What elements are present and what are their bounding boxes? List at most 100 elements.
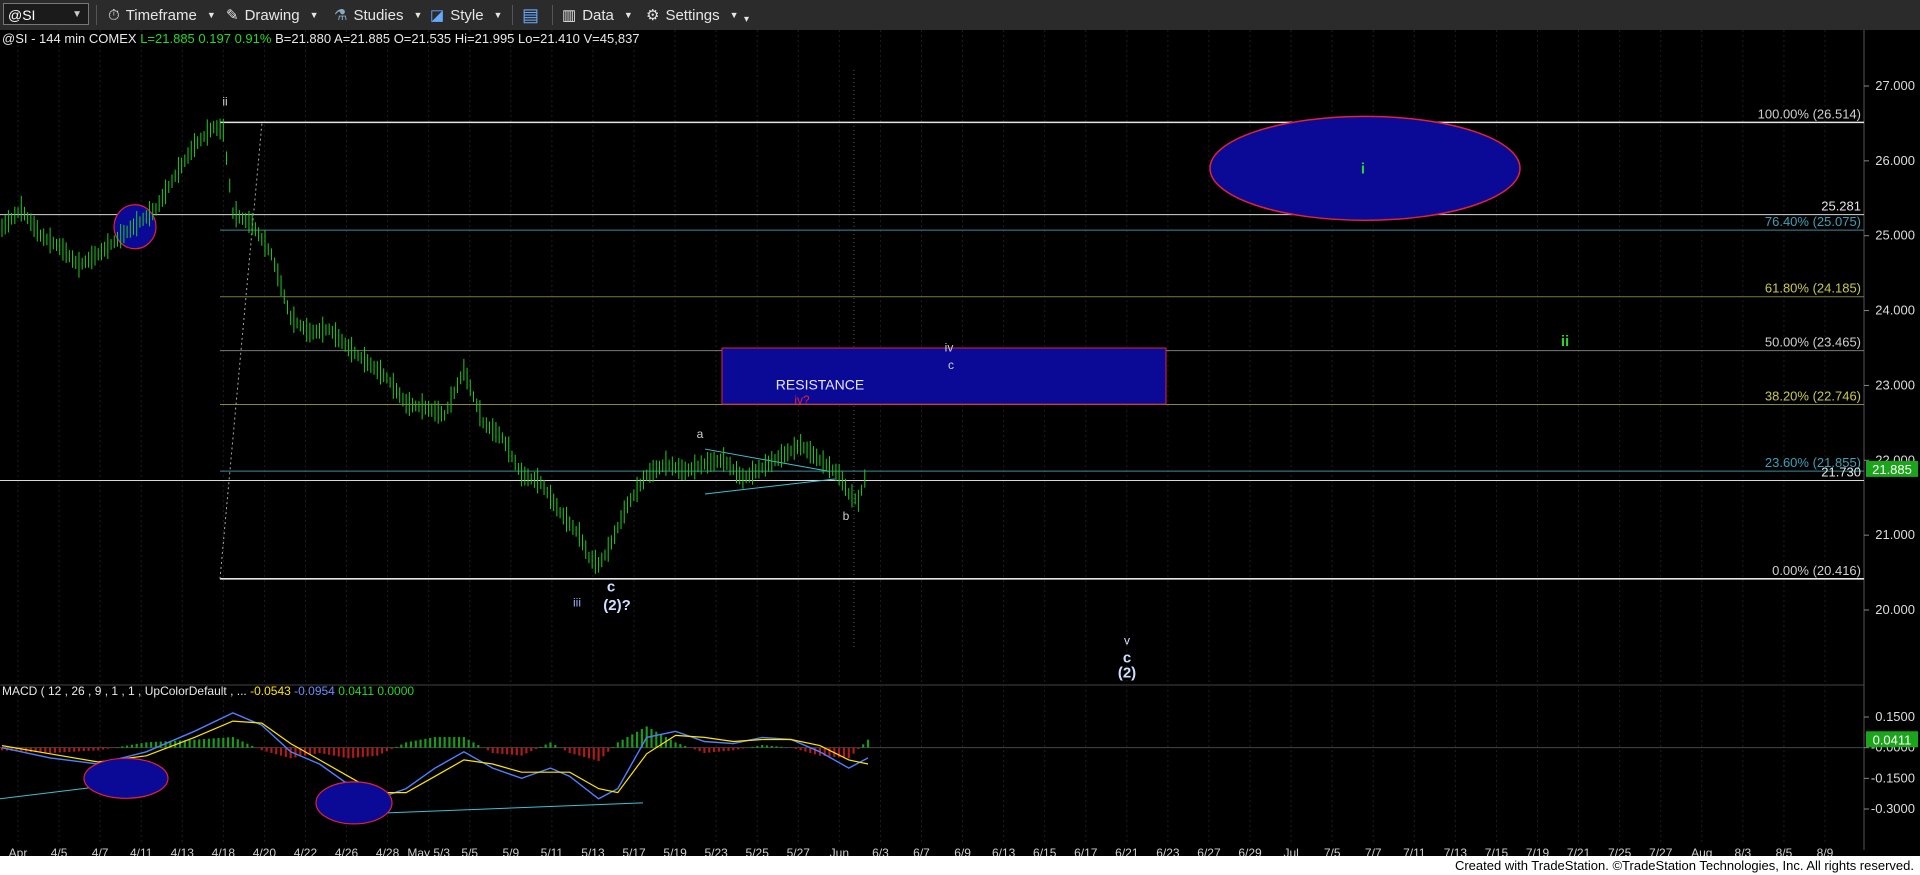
y-tick-label: 26.000 xyxy=(1875,153,1915,168)
y-tick-label: 25.000 xyxy=(1875,228,1915,243)
x-tick-label: 8/3 xyxy=(1735,846,1752,856)
x-tick-label: 4/13 xyxy=(171,846,195,856)
divider xyxy=(512,5,513,25)
x-tick-label: 7/25 xyxy=(1608,846,1632,856)
x-tick-label: 6/27 xyxy=(1197,846,1221,856)
fib-level-label: 0.00% (20.416) xyxy=(1772,563,1861,578)
fib-level-label: 38.20% (22.746) xyxy=(1765,388,1861,403)
fib-level-label: 100.00% (26.514) xyxy=(1758,106,1861,121)
x-tick-label: 7/27 xyxy=(1649,846,1673,856)
x-tick-label: May 5/3 xyxy=(407,846,450,856)
x-tick-label: 5/17 xyxy=(622,846,646,856)
toolbar: @SI ▼ ⏱ Timeframe ▼ ✎ Drawing ▼ ⚗ Studie… xyxy=(0,0,1920,31)
fib-level-label: 50.00% (23.465) xyxy=(1765,335,1861,350)
x-tick-label: 7/5 xyxy=(1324,846,1341,856)
bar-chart-icon: ▥ xyxy=(562,7,577,24)
wave-label: iv? xyxy=(794,393,810,407)
x-tick-label: 4/22 xyxy=(294,846,318,856)
chevron-down-icon: ▼ xyxy=(72,9,82,20)
x-tick-label: 7/21 xyxy=(1567,846,1591,856)
macd-y-tick-label: -0.1500 xyxy=(1871,770,1915,785)
style-menu[interactable]: ◪ Style ▼ xyxy=(430,4,502,26)
wave-label: b xyxy=(843,509,850,523)
x-tick-label: 6/21 xyxy=(1115,846,1139,856)
studies-label: Studies xyxy=(353,6,404,24)
x-tick-label: 6/9 xyxy=(954,846,971,856)
studies-menu[interactable]: ⚗ Studies ▼ xyxy=(334,4,422,26)
x-tick-label: 6/15 xyxy=(1033,846,1057,856)
chevron-down-icon: ▼ xyxy=(413,10,423,20)
fib-level-label: 61.80% (24.185) xyxy=(1765,281,1861,296)
wave-label: ii xyxy=(1561,333,1569,350)
footer: Created with TradeStation. ©TradeStation… xyxy=(0,856,1920,875)
symbol-input[interactable]: @SI ▼ xyxy=(3,3,89,25)
resistance-label: RESISTANCE xyxy=(776,376,864,392)
macd-y-tick-label: -0.3000 xyxy=(1871,801,1915,816)
x-tick-label: 6/23 xyxy=(1156,846,1180,856)
drawing-menu[interactable]: ✎ Drawing ▼ xyxy=(226,4,319,26)
x-tick-label: 7/19 xyxy=(1526,846,1550,856)
pencil-icon: ✎ xyxy=(226,7,239,24)
layout-button[interactable]: ▤ xyxy=(522,4,539,26)
chevron-down-icon: ▼ xyxy=(729,10,739,20)
x-tick-label: 5/25 xyxy=(746,846,770,856)
x-tick-label: 4/20 xyxy=(253,846,277,856)
x-tick-label: 4/7 xyxy=(92,846,109,856)
wave-label: c xyxy=(948,358,954,372)
timeframe-menu[interactable]: ⏱ Timeframe ▼ xyxy=(108,4,216,26)
horizontal-level-label: 25.281 xyxy=(1821,199,1861,214)
x-tick-label: 5/23 xyxy=(704,846,728,856)
x-tick-label: 4/18 xyxy=(212,846,236,856)
wave-label: iv xyxy=(945,341,954,355)
x-tick-label: 5/27 xyxy=(787,846,811,856)
settings-menu[interactable]: ⚙ Settings ▼ xyxy=(646,4,739,26)
wave-label: i xyxy=(1361,160,1365,177)
gear-icon: ⚙ xyxy=(646,7,660,24)
style-icon: ◪ xyxy=(430,7,445,24)
y-tick-label: 20.000 xyxy=(1875,602,1915,617)
timeframe-label: Timeframe xyxy=(125,6,197,24)
y-tick-label: 21.000 xyxy=(1875,527,1915,542)
wave-label: ii xyxy=(222,94,227,108)
x-tick-label: 6/7 xyxy=(913,846,930,856)
divider xyxy=(552,5,553,25)
x-tick-label: 7/13 xyxy=(1444,846,1468,856)
horizontal-level-label: 21.730 xyxy=(1821,464,1861,479)
x-tick-label: 4/26 xyxy=(335,846,359,856)
more-button[interactable]: ▾ xyxy=(744,4,749,26)
chevron-down-icon: ▼ xyxy=(493,10,503,20)
x-tick-label: Aug xyxy=(1691,846,1712,856)
chevron-down-icon: ▼ xyxy=(623,10,633,20)
chart-area[interactable]: Apr 4/5 4/7 4/11 4/13 4/18 4/20 4/22 4/26 4/28 May… xyxy=(0,30,1920,856)
chart-background xyxy=(0,30,1920,856)
drawing-label: Drawing xyxy=(244,6,300,24)
x-tick-label: 6/13 xyxy=(992,846,1016,856)
last-price-label: 21.885 xyxy=(1872,462,1912,477)
window-layout-icon: ▤ xyxy=(522,4,540,25)
wave-label: iii xyxy=(573,595,581,609)
x-tick-label: 7/7 xyxy=(1365,846,1382,856)
wave-label: (2)? xyxy=(603,597,631,614)
header-info: @SI - 144 min COMEX L=21.885 0.197 0.91%… xyxy=(2,31,640,46)
settings-label: Settings xyxy=(665,6,720,24)
macd-ellipse xyxy=(315,781,393,825)
x-tick-label: 4/11 xyxy=(130,846,153,856)
flask-icon: ⚗ xyxy=(334,7,348,24)
divider xyxy=(96,5,97,25)
wave-label: a xyxy=(697,427,704,441)
data-menu[interactable]: ▥ Data ▼ xyxy=(562,4,633,26)
x-tick-label: Apr xyxy=(9,846,28,856)
x-tick-label: 8/5 xyxy=(1776,846,1793,856)
clock-icon: ⏱ xyxy=(108,6,120,24)
x-tick-label: Jun xyxy=(830,846,849,856)
chevron-down-icon: ▼ xyxy=(206,10,216,20)
x-tick-label: 5/5 xyxy=(461,846,478,856)
data-label: Data xyxy=(582,6,614,24)
y-tick-label: 23.000 xyxy=(1875,377,1915,392)
style-label: Style xyxy=(450,6,484,24)
chevron-down-icon: ▼ xyxy=(309,10,319,20)
copyright-text: Created with TradeStation. ©TradeStation… xyxy=(1454,858,1914,873)
x-tick-label: 4/28 xyxy=(376,846,400,856)
y-tick-label: 24.000 xyxy=(1875,303,1915,318)
fib-level-label: 76.40% (25.075) xyxy=(1765,214,1861,229)
